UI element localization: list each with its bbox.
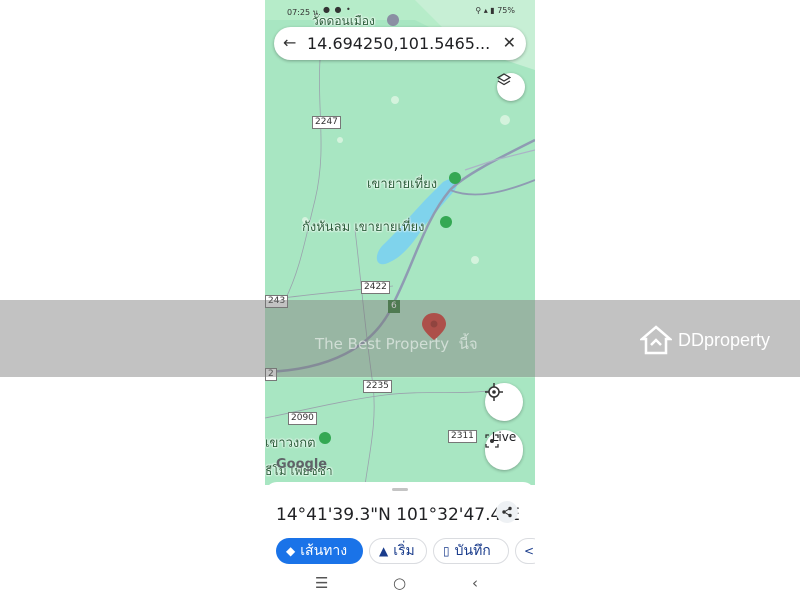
watermark-text: The Best Property นี้จ	[315, 332, 478, 356]
back-nav-icon[interactable]: ‹	[472, 574, 478, 592]
search-bar[interactable]: ← 14.694250,101.5465... ✕	[274, 27, 526, 60]
road-shield-2090: 2090	[288, 412, 317, 425]
road-shield-2311: 2311	[448, 430, 477, 443]
coordinates-title: 14°41'39.3"N 101°32'47.4"E	[276, 505, 520, 525]
home-icon[interactable]: ○	[393, 574, 406, 592]
directions-button[interactable]: ◆ เส้นทาง	[276, 538, 363, 564]
battery-level: 75%	[497, 6, 515, 15]
status-battery: ⚲ ▴ ▮ 75%	[475, 6, 515, 15]
map-label-reservoir[interactable]: เขายายเที่ยง	[367, 173, 437, 194]
directions-label: เส้นทาง	[300, 543, 348, 559]
google-logo: Google	[276, 457, 328, 472]
map-canvas[interactable]: 07:25 น. ● ● • ⚲ ▴ ▮ 75% วัดดอนเมือง ← 1…	[265, 0, 535, 485]
save-button[interactable]: ▯ บันทึก	[433, 538, 509, 564]
directions-icon: ◆	[286, 544, 296, 558]
layers-button[interactable]	[497, 73, 525, 101]
bookmark-icon: ▯	[443, 544, 450, 558]
share-button[interactable]	[496, 501, 518, 523]
start-button[interactable]: ▲ เริ่ม	[369, 538, 427, 564]
map-label-windfarm[interactable]: กังหันลม เขายายเที่ยง	[302, 216, 424, 237]
navigation-arrow-icon: ▲	[379, 544, 389, 558]
start-label: เริ่ม	[393, 543, 415, 559]
road-shield-2422: 2422	[361, 281, 390, 294]
search-query[interactable]: 14.694250,101.5465...	[307, 34, 490, 53]
recent-apps-icon[interactable]: ☰	[315, 574, 328, 592]
road-shield-2235: 2235	[363, 380, 392, 393]
live-view-icon	[485, 434, 499, 448]
map-label-khao-wongkot[interactable]: เขาวงกต	[265, 432, 316, 453]
share-chip-icon: <	[524, 544, 535, 558]
my-location-button[interactable]	[485, 383, 523, 421]
road-shield-2247: 2247	[312, 116, 341, 129]
ddproperty-logo: DDproperty	[640, 325, 770, 355]
windfarm-marker	[440, 216, 452, 228]
khao-wongkot-marker	[319, 432, 331, 444]
ddproperty-house-icon	[640, 325, 672, 355]
share-icon	[502, 506, 512, 518]
sheet-grabber[interactable]	[392, 488, 408, 491]
layers-icon	[497, 73, 511, 86]
status-bar: 07:25 น. ● ● • ⚲ ▴ ▮ 75%	[265, 0, 535, 22]
close-icon[interactable]: ✕	[503, 33, 516, 52]
watermark-text-suffix: นี้จ	[458, 335, 478, 353]
live-view-button[interactable]: Live	[485, 430, 523, 470]
watermark-band: The Best Property นี้จ DDproperty	[0, 300, 800, 377]
back-arrow-icon[interactable]: ←	[283, 33, 296, 52]
park-marker	[449, 172, 461, 184]
android-nav-bar: ☰ ○ ‹	[265, 570, 535, 600]
share-chip[interactable]: <	[515, 538, 535, 564]
watermark-text-main: The Best Property	[315, 335, 450, 353]
save-label: บันทึก	[454, 543, 491, 559]
crosshair-icon	[485, 383, 503, 401]
ddproperty-brand: DDproperty	[678, 329, 771, 350]
